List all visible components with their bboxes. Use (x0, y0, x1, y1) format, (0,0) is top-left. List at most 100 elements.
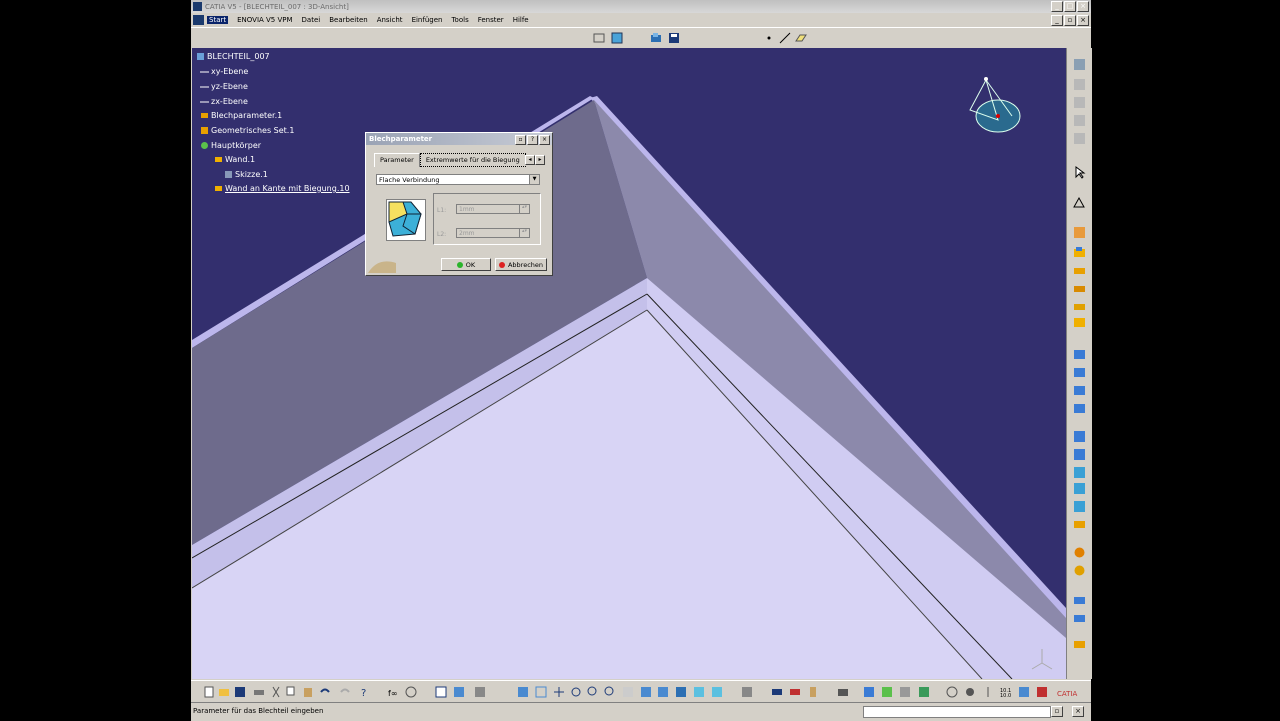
cancel-button[interactable]: Abbrechen (495, 258, 547, 271)
help-icon[interactable]: ? (359, 686, 371, 698)
catalog-icon[interactable] (453, 686, 465, 698)
undo-icon[interactable] (319, 686, 331, 698)
swept-wall-icon[interactable] (1073, 282, 1086, 295)
command-cancel-button[interactable]: × (1072, 706, 1084, 717)
tool-icon-2[interactable] (1073, 78, 1086, 91)
command-history-button[interactable]: ▫ (1051, 706, 1063, 717)
save-icon[interactable] (668, 32, 680, 44)
mouse-icon[interactable] (946, 686, 958, 698)
filter-icon[interactable] (1036, 686, 1048, 698)
swap-space-icon[interactable] (711, 686, 723, 698)
print-icon[interactable] (253, 686, 265, 698)
tree-node-sheetmetal-params[interactable]: Blechparameter.1 (200, 111, 282, 120)
zoom-in-icon[interactable] (587, 686, 599, 698)
pattern-icon[interactable] (1073, 518, 1086, 531)
normal-view-icon[interactable] (622, 686, 634, 698)
3d-viewport[interactable] (192, 48, 1066, 679)
save-icon[interactable] (234, 686, 246, 698)
menu-hilfe[interactable]: Hilfe (513, 16, 529, 24)
comment-icon[interactable] (405, 686, 417, 698)
tree-node-xy-plane[interactable]: xy-Ebene (200, 67, 248, 76)
dialog-help-button[interactable]: ? (527, 135, 538, 145)
menu-tools[interactable]: Tools (451, 16, 468, 24)
cut-icon[interactable] (270, 686, 282, 698)
tab-bend-extremities[interactable]: Extremwerte für die Biegung (419, 153, 526, 167)
menu-start[interactable]: Start (207, 15, 229, 24)
pan-icon[interactable] (553, 686, 565, 698)
view-icon[interactable] (1073, 594, 1086, 607)
hide-show-icon[interactable] (693, 686, 705, 698)
menu-bearbeiten[interactable]: Bearbeiten (329, 16, 367, 24)
cutout-icon[interactable] (1073, 402, 1086, 415)
tab-scroll-right-button[interactable]: ▸ (535, 155, 545, 165)
bend-end-type-dropdown[interactable]: Flache Verbindung ▼ (376, 174, 540, 185)
tree-root[interactable]: BLECHTEIL_007 (196, 52, 270, 61)
tree-node-main-body[interactable]: Hauptkörper (200, 141, 261, 150)
wall-on-edge-icon[interactable] (1073, 246, 1086, 259)
tool-icon-4[interactable] (1073, 114, 1086, 127)
iso-view-icon[interactable] (657, 686, 669, 698)
multi-view-icon[interactable] (1073, 612, 1086, 625)
menu-fenster[interactable]: Fenster (478, 16, 504, 24)
paste-icon[interactable] (302, 686, 314, 698)
extrusion-icon[interactable] (1073, 264, 1086, 277)
unfold-icon[interactable] (1073, 348, 1086, 361)
tree-node-zx-plane[interactable]: zx-Ebene (200, 97, 248, 106)
hand-icon[interactable] (964, 686, 976, 698)
inertia-icon[interactable] (807, 686, 819, 698)
walk-icon[interactable] (982, 686, 994, 698)
hopper-icon[interactable] (1073, 300, 1086, 313)
minimize-button[interactable]: _ (1051, 1, 1063, 12)
ruler-icon[interactable]: 10.110.0 (1000, 686, 1012, 698)
maximize-button[interactable]: □ (1064, 1, 1076, 12)
dialog-restore-button[interactable]: ▫ (515, 135, 526, 145)
compass-snap-icon[interactable] (1018, 686, 1030, 698)
dialog-close-button[interactable]: × (539, 135, 550, 145)
texture-icon[interactable] (899, 686, 911, 698)
measure-icon[interactable] (1073, 638, 1086, 651)
redo-icon[interactable] (339, 686, 351, 698)
camera-icon[interactable] (837, 686, 849, 698)
wall-icon[interactable] (1073, 226, 1086, 239)
spinner-arrows-icon[interactable]: ▴▾ (519, 229, 529, 237)
sheetmetal-params-icon[interactable] (1073, 58, 1086, 71)
spinner-arrows-icon[interactable]: ▴▾ (519, 205, 529, 213)
properties-icon[interactable] (741, 686, 753, 698)
transform-icon[interactable] (1073, 564, 1086, 577)
point-to-point-icon[interactable] (1073, 384, 1086, 397)
formula-icon[interactable]: f∞ (388, 686, 400, 698)
tool-icon-3[interactable] (1073, 96, 1086, 109)
stamp-icon[interactable] (1073, 500, 1086, 513)
ok-button[interactable]: OK (441, 258, 491, 271)
tree-node-sketch[interactable]: Skizze.1 (224, 170, 268, 179)
doc-minimize-button[interactable]: _ (1051, 15, 1063, 26)
fly-icon[interactable] (517, 686, 529, 698)
chevron-down-icon[interactable]: ▼ (529, 175, 539, 184)
copy-icon[interactable] (286, 686, 298, 698)
sketch-icon[interactable] (593, 32, 605, 44)
menu-enovia[interactable]: ENOVIA V5 VPM (237, 16, 292, 24)
table-icon[interactable] (435, 686, 447, 698)
zoom-out-icon[interactable] (604, 686, 616, 698)
new-file-icon[interactable] (203, 686, 215, 698)
l1-spinner[interactable]: 1mm ▴▾ (456, 204, 530, 214)
draft-analysis-icon[interactable] (863, 686, 875, 698)
rotate-icon[interactable] (570, 686, 582, 698)
plane-icon[interactable] (795, 32, 807, 44)
measure-between-icon[interactable] (771, 686, 783, 698)
measure-item-icon[interactable] (789, 686, 801, 698)
doc-restore-button[interactable]: ▫ (1064, 15, 1076, 26)
close-button[interactable]: × (1077, 1, 1089, 12)
workbench-icon[interactable] (650, 32, 662, 44)
select-arrow-icon[interactable] (1073, 166, 1086, 179)
curvature-icon[interactable] (881, 686, 893, 698)
positioned-sketch-icon[interactable] (611, 32, 623, 44)
tree-node-wall-on-edge[interactable]: Wand an Kante mit Biegung.10 (214, 184, 350, 193)
menu-datei[interactable]: Datei (302, 16, 321, 24)
corner-relief-icon[interactable] (1073, 448, 1086, 461)
tab-parameter[interactable]: Parameter (374, 153, 420, 167)
doc-close-button[interactable]: × (1077, 15, 1089, 26)
tab-scroll-left-button[interactable]: ◂ (525, 155, 535, 165)
menu-einfuegen[interactable]: Einfügen (412, 16, 443, 24)
tool-icon-5[interactable] (1073, 132, 1086, 145)
